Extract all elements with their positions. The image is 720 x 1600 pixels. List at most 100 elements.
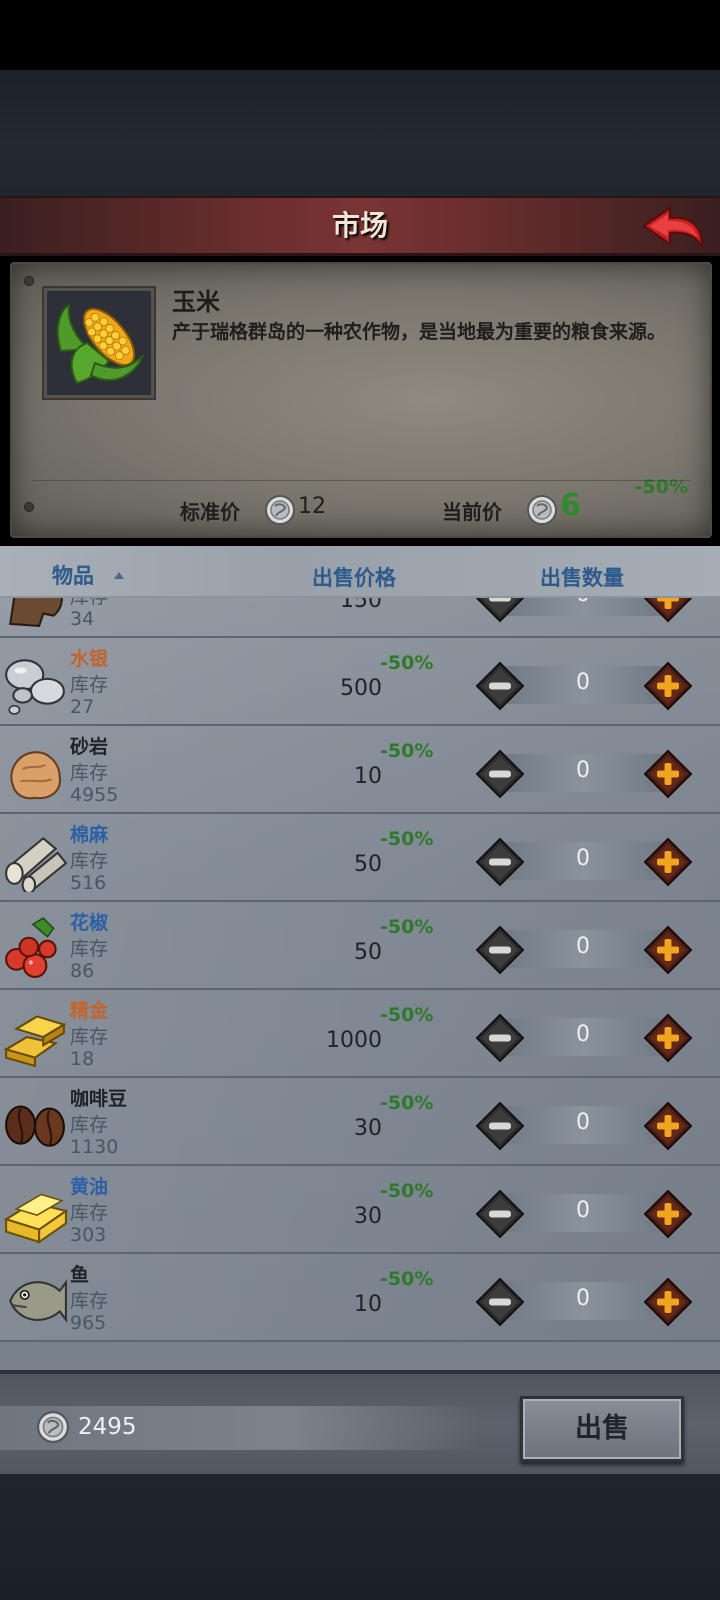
decrease-button[interactable] — [474, 598, 526, 624]
increase-button[interactable] — [642, 836, 694, 888]
increase-button[interactable] — [642, 748, 694, 800]
stock-label: 库存 — [70, 850, 109, 872]
panel-pin — [24, 276, 34, 286]
table-row[interactable]: 黄油 库存 303 -50% 30 0 — [0, 1166, 720, 1254]
decrease-button[interactable] — [474, 836, 526, 888]
table-row[interactable]: 棉麻 库存 516 -50% 50 0 — [0, 814, 720, 902]
back-arrow-icon — [642, 206, 704, 250]
decrease-button[interactable] — [474, 748, 526, 800]
panel-pin — [24, 502, 34, 512]
item-name: 精金 — [70, 1000, 109, 1022]
minus-icon — [475, 1189, 525, 1239]
stock-count: 303 — [70, 1224, 107, 1246]
stock-count: 86 — [70, 960, 95, 982]
footer-bar: 2495 出售 — [0, 1370, 720, 1474]
decrease-button[interactable] — [474, 660, 526, 712]
item-name: 砂岩 — [70, 736, 109, 758]
increase-button[interactable] — [642, 598, 694, 624]
table-row[interactable]: 精金 库存 18 -50% 1000 0 — [0, 990, 720, 1078]
money-strip — [0, 1406, 480, 1450]
stock-count: 34 — [70, 608, 95, 630]
increase-button[interactable] — [642, 660, 694, 712]
minus-icon — [475, 1277, 525, 1327]
sort-arrow-icon[interactable] — [114, 572, 124, 579]
sandstone-icon — [10, 751, 61, 800]
discount-badge: -50% — [380, 916, 434, 938]
stock-count: 516 — [70, 872, 107, 894]
sell-price: 30 — [354, 1204, 382, 1229]
item-rows[interactable]: 库存341500水银库存27-50%5000砂岩库存4955-50%100棉麻库… — [0, 598, 720, 1350]
minus-icon — [475, 749, 525, 799]
stock-count: 4955 — [70, 784, 119, 806]
table-row[interactable]: 花椒 库存 86 -50% 50 0 — [0, 902, 720, 990]
table-row[interactable]: 水银 库存 27 -50% 500 0 — [0, 638, 720, 726]
stock-label: 库存 — [70, 938, 109, 960]
stock-label: 库存 — [70, 1290, 109, 1312]
minus-icon — [475, 925, 525, 975]
decrease-button[interactable] — [474, 1012, 526, 1064]
increase-button[interactable] — [642, 1188, 694, 1240]
gold-bar-icon — [3, 1015, 67, 1068]
item-name: 黄油 — [70, 1176, 109, 1198]
increase-button[interactable] — [642, 924, 694, 976]
top-background — [0, 70, 720, 196]
stock-label: 库存 — [70, 674, 109, 696]
back-button[interactable] — [640, 204, 706, 250]
sell-price: 150 — [340, 598, 382, 613]
column-item-header[interactable]: 物品 — [52, 560, 94, 590]
table-row[interactable]: 砂岩 库存 4955 -50% 10 0 — [0, 726, 720, 814]
plus-icon — [643, 1101, 693, 1151]
plus-icon — [643, 1189, 693, 1239]
bottom-background — [0, 1474, 720, 1600]
discount-badge: -50% — [380, 652, 434, 674]
table-row[interactable]: 库存341500 — [0, 598, 720, 638]
discount-badge: -50% — [380, 740, 434, 762]
sell-list: 物品 出售价格 出售数量 库存341500水银库存27-50%5000砂岩库存4… — [0, 546, 720, 1376]
pepper-berry-icon — [5, 917, 57, 978]
plus-icon — [643, 925, 693, 975]
fish-icon — [9, 1279, 67, 1323]
decrease-button[interactable] — [474, 1276, 526, 1328]
sell-price: 10 — [354, 1292, 382, 1317]
item-name: 鱼 — [70, 1264, 90, 1286]
minus-icon — [475, 661, 525, 711]
mercury-icon — [5, 659, 65, 715]
table-row[interactable]: 鱼库存 965 -50% 10 0 — [0, 1254, 720, 1342]
stock-count: 27 — [70, 696, 95, 718]
decrease-button[interactable] — [474, 1188, 526, 1240]
silver-coin-icon — [527, 495, 557, 525]
item-name: 玉米 — [172, 288, 220, 316]
item-name: 花椒 — [70, 912, 109, 934]
stock-count: 965 — [70, 1312, 107, 1334]
standard-price-label: 标准价 — [180, 500, 240, 524]
plus-icon — [643, 661, 693, 711]
minus-icon — [475, 1013, 525, 1063]
table-row[interactable]: 咖啡豆 库存 1130 -50% 30 0 — [0, 1078, 720, 1166]
plus-icon — [643, 749, 693, 799]
discount-badge: -50% — [380, 1268, 434, 1290]
corn-icon — [56, 303, 144, 385]
stock-count: 18 — [70, 1048, 95, 1070]
stock-label: 库存 — [70, 1114, 109, 1136]
butter-icon — [3, 1193, 68, 1244]
item-image-frame — [44, 288, 154, 398]
stock-label: 库存 — [70, 1202, 109, 1224]
status-bar — [0, 0, 720, 70]
sell-price: 1000 — [326, 1028, 382, 1053]
decrease-button[interactable] — [474, 924, 526, 976]
sell-price: 50 — [354, 940, 382, 965]
sell-button[interactable]: 出售 — [520, 1396, 684, 1462]
cloth-roll-icon — [5, 837, 68, 892]
plus-icon — [643, 1277, 693, 1327]
money-amount: 2495 — [78, 1414, 137, 1440]
page-title: 市场 — [331, 209, 388, 242]
increase-button[interactable] — [642, 1100, 694, 1152]
increase-button[interactable] — [642, 1012, 694, 1064]
decrease-button[interactable] — [474, 1100, 526, 1152]
item-name: 咖啡豆 — [70, 1088, 128, 1110]
item-name: 棉麻 — [70, 824, 109, 846]
list-header: 物品 出售价格 出售数量 — [0, 546, 720, 596]
increase-button[interactable] — [642, 1276, 694, 1328]
standard-price-value: 12 — [298, 494, 326, 519]
horse-icon — [9, 598, 63, 628]
